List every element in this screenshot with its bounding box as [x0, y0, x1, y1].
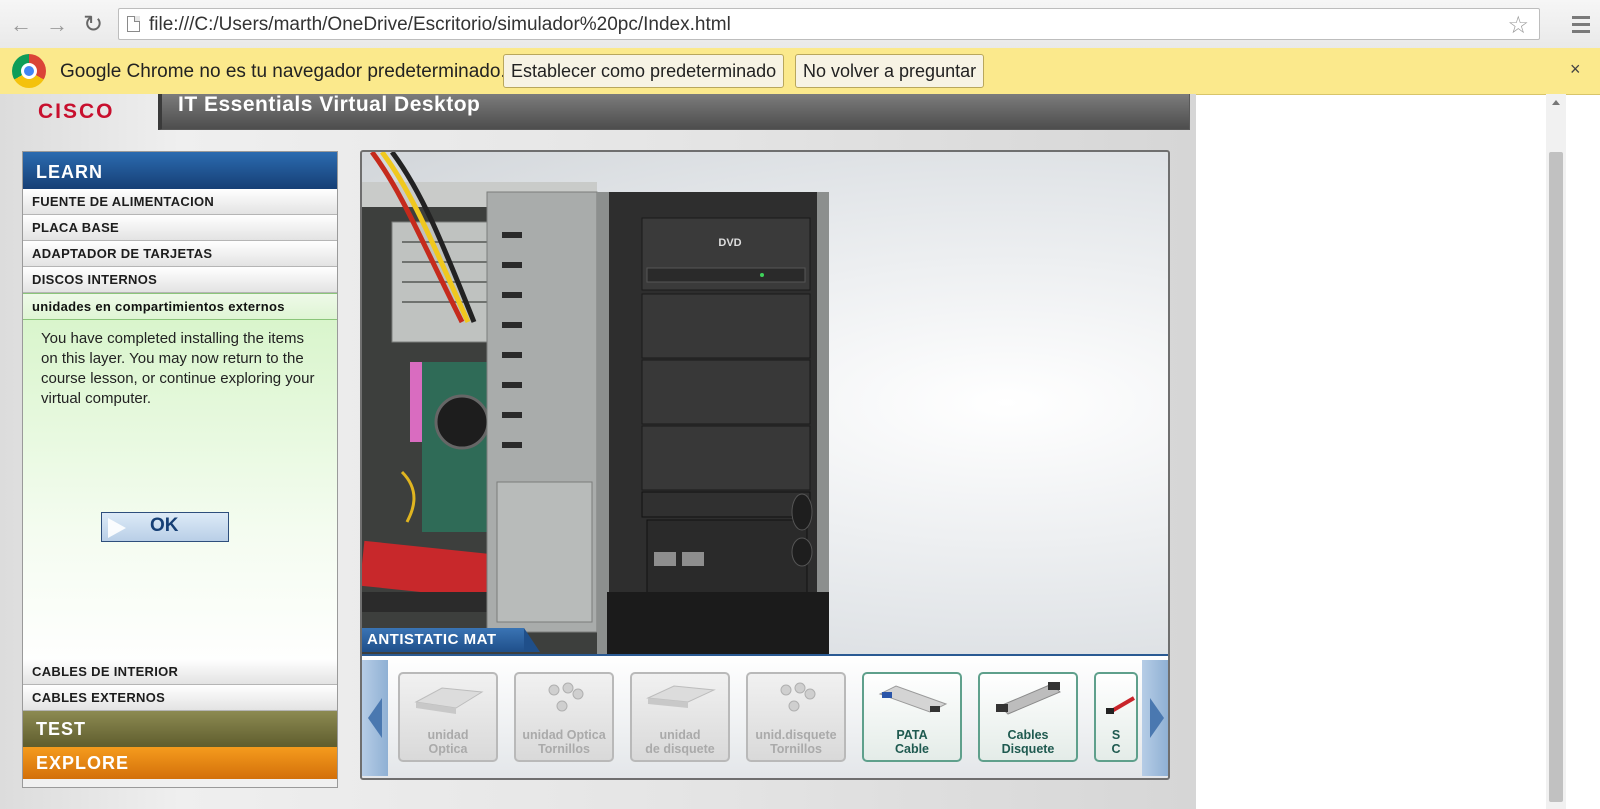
cisco-logo-bars	[32, 94, 122, 98]
parts-tray: unidad Optica unidad Optica Tornillos unid…	[362, 654, 1168, 778]
menu-item-external-bays[interactable]: unidades en compartimientos externos	[23, 293, 337, 320]
page-icon	[127, 16, 140, 32]
part-tile-floppy-screws[interactable]: unid.disquete Tornillos	[746, 672, 846, 762]
tile-label: unid.disquete Tornillos	[755, 728, 837, 756]
tray-scroll-right-button[interactable]	[1142, 660, 1168, 776]
menu-item-adapter-cards[interactable]: ADAPTADOR DE TARJETAS	[23, 241, 337, 267]
explore-tab[interactable]: EXPLORE	[23, 747, 337, 779]
screws-icon	[548, 682, 584, 712]
bottom-menu: CABLES DE INTERIOR CABLES EXTERNOS	[23, 659, 337, 711]
learn-header[interactable]: LEARN	[23, 152, 337, 189]
menu-item-internal-drives[interactable]: DISCOS INTERNOS	[23, 267, 337, 293]
pata-cable-icon	[878, 685, 948, 713]
close-infobar-icon[interactable]: ×	[1570, 59, 1581, 80]
forward-arrow-icon[interactable]: →	[44, 12, 70, 38]
ok-label: OK	[150, 515, 179, 536]
chrome-logo-icon	[12, 54, 46, 88]
scroll-up-icon[interactable]	[1552, 100, 1560, 105]
floppy-drive-icon	[646, 685, 716, 708]
tile-label: unidad Optica	[427, 728, 469, 756]
workspace-view: DVD ANTISTATIC MAT unidad Optica unidad …	[360, 150, 1170, 780]
left-panel: LEARN FUENTE DE ALIMENTACION PLACA BASE …	[22, 151, 338, 788]
tile-label: unidad Optica Tornillos	[522, 728, 606, 756]
browser-toolbar: ← → ↻ file:///C:/Users/marth/OneDrive/Es…	[0, 0, 1600, 49]
play-arrow-icon	[108, 518, 126, 538]
scroll-thumb[interactable]	[1549, 152, 1563, 802]
part-tile-floppy-drive[interactable]: unidad de disquete	[630, 672, 730, 762]
part-tile-sata-cable[interactable]: SC	[1094, 672, 1138, 762]
part-tile-optical-screws[interactable]: unidad Optica Tornillos	[514, 672, 614, 762]
optical-drive-icon	[414, 687, 484, 714]
hamburger-menu-icon[interactable]	[1572, 16, 1590, 37]
tile-label: unidad de disquete	[645, 728, 715, 756]
url-text[interactable]: file:///C:/Users/marth/OneDrive/Escritor…	[149, 14, 731, 36]
antistatic-mat-label[interactable]: ANTISTATIC MAT	[362, 628, 542, 652]
default-browser-infobar: Google Chrome no es tu navegador predete…	[0, 48, 1600, 95]
title-bar: IT Essentials Virtual Desktop	[158, 94, 1190, 130]
computer-case-illustration: DVD	[362, 152, 829, 654]
virtual-desktop-app: CISCO IT Essentials Virtual Desktop LEAR…	[0, 94, 1196, 809]
menu-item-motherboard[interactable]: PLACA BASE	[23, 215, 337, 241]
tray-scroll-left-button[interactable]	[362, 660, 388, 776]
cisco-logo: CISCO	[38, 100, 115, 123]
part-tile-floppy-cable[interactable]: Cables Disquete	[978, 672, 1078, 762]
computer-scene: DVD ANTISTATIC MAT	[362, 152, 1168, 654]
completion-message: You have completed installing the items …	[41, 330, 315, 407]
back-arrow-icon[interactable]: ←	[8, 12, 34, 38]
screws-icon	[780, 682, 816, 712]
sata-cable-icon	[1106, 696, 1136, 714]
dvd-label: DVD	[718, 237, 741, 249]
infobar-message: Google Chrome no es tu navegador predete…	[60, 61, 506, 82]
part-tile-pata-cable[interactable]: PATA Cable	[862, 672, 962, 762]
app-title: IT Essentials Virtual Desktop	[178, 94, 481, 116]
tile-label: SC	[1111, 728, 1121, 756]
ok-button[interactable]: OK	[101, 512, 229, 542]
test-tab[interactable]: TEST	[23, 711, 337, 747]
floppy-cable-icon	[996, 682, 1061, 715]
menu-item-external-cables[interactable]: CABLES EXTERNOS	[23, 685, 337, 711]
tile-label: PATA Cable	[894, 728, 930, 756]
part-tile-optical-drive[interactable]: unidad Optica	[398, 672, 498, 762]
bookmark-star-icon[interactable]: ☆	[1507, 11, 1529, 40]
set-default-button[interactable]: Establecer como predeterminado	[503, 54, 785, 88]
dont-ask-again-button[interactable]: No volver a preguntar	[795, 54, 985, 88]
menu-item-internal-cables[interactable]: CABLES DE INTERIOR	[23, 659, 337, 685]
reload-icon[interactable]: ↻	[80, 12, 106, 38]
tile-label: Cables Disquete	[1001, 728, 1055, 756]
left-arrow-icon	[368, 698, 382, 738]
menu-item-power-supply[interactable]: FUENTE DE ALIMENTACION	[23, 189, 337, 215]
address-bar[interactable]: file:///C:/Users/marth/OneDrive/Escritor…	[118, 8, 1540, 40]
right-arrow-icon	[1150, 698, 1164, 738]
page-scrollbar[interactable]	[1546, 94, 1566, 809]
message-panel: You have completed installing the items …	[23, 320, 337, 670]
